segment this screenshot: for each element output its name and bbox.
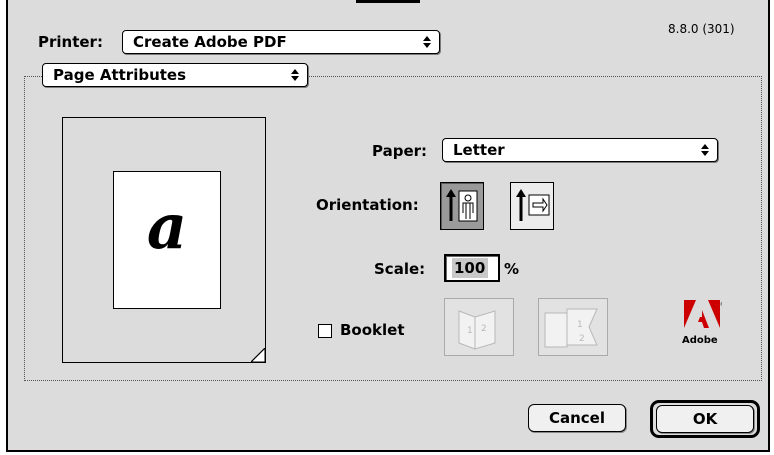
booklet-right-binding-button[interactable]: 1 2 — [538, 298, 608, 356]
adobe-logo-icon: ® — [684, 300, 725, 328]
page-curl-icon — [251, 348, 265, 362]
booklet-left-binding-button[interactable]: 1 2 — [444, 298, 514, 356]
printer-popup-value: Create Adobe PDF — [133, 33, 287, 51]
booklet-label: Booklet — [340, 321, 405, 339]
cancel-button[interactable]: Cancel — [528, 404, 626, 432]
booklet-checkbox[interactable] — [318, 324, 332, 338]
booklet-right-icon: 1 2 — [544, 308, 598, 348]
svg-text:2: 2 — [481, 324, 487, 334]
settings-section-value: Page Attributes — [53, 66, 187, 84]
version-label: 8.8.0 (301) — [668, 22, 735, 36]
landscape-icon — [516, 189, 550, 221]
default-button-ring: OK — [650, 400, 760, 438]
title-bar-fragment — [356, 0, 420, 3]
paper-label: Paper: — [372, 142, 428, 160]
printer-label: Printer: — [38, 33, 103, 51]
adobe-logo: ® Adobe — [682, 300, 725, 348]
booklet-left-icon: 1 2 — [458, 310, 496, 350]
preview-page: a — [113, 171, 221, 309]
scale-input[interactable] — [452, 258, 488, 278]
svg-text:2: 2 — [579, 334, 585, 344]
scale-unit: % — [504, 260, 520, 278]
popup-arrows-icon — [283, 64, 307, 86]
paper-popup-value: Letter — [453, 141, 505, 159]
preview-glyph: a — [146, 190, 188, 263]
paper-popup[interactable]: Letter — [442, 138, 718, 162]
landscape-orientation-button[interactable] — [510, 182, 554, 230]
page-setup-dialog: 8.8.0 (301) Printer: Create Adobe PDF Pa… — [6, 0, 770, 452]
svg-text:1: 1 — [467, 326, 473, 336]
printer-popup[interactable]: Create Adobe PDF — [122, 30, 440, 54]
scale-label: Scale: — [374, 260, 426, 278]
ok-button[interactable]: OK — [656, 405, 754, 433]
page-preview: a — [62, 117, 266, 363]
svg-text:®: ® — [720, 301, 722, 308]
settings-section-popup[interactable]: Page Attributes — [42, 63, 308, 87]
popup-arrows-icon — [693, 139, 717, 161]
portrait-orientation-button[interactable] — [440, 182, 484, 230]
adobe-wordmark: Adobe — [682, 335, 718, 346]
svg-text:1: 1 — [577, 320, 583, 330]
orientation-label: Orientation: — [316, 196, 419, 214]
portrait-icon — [446, 189, 478, 222]
scale-field-frame — [444, 254, 500, 282]
popup-arrows-icon — [415, 31, 439, 53]
